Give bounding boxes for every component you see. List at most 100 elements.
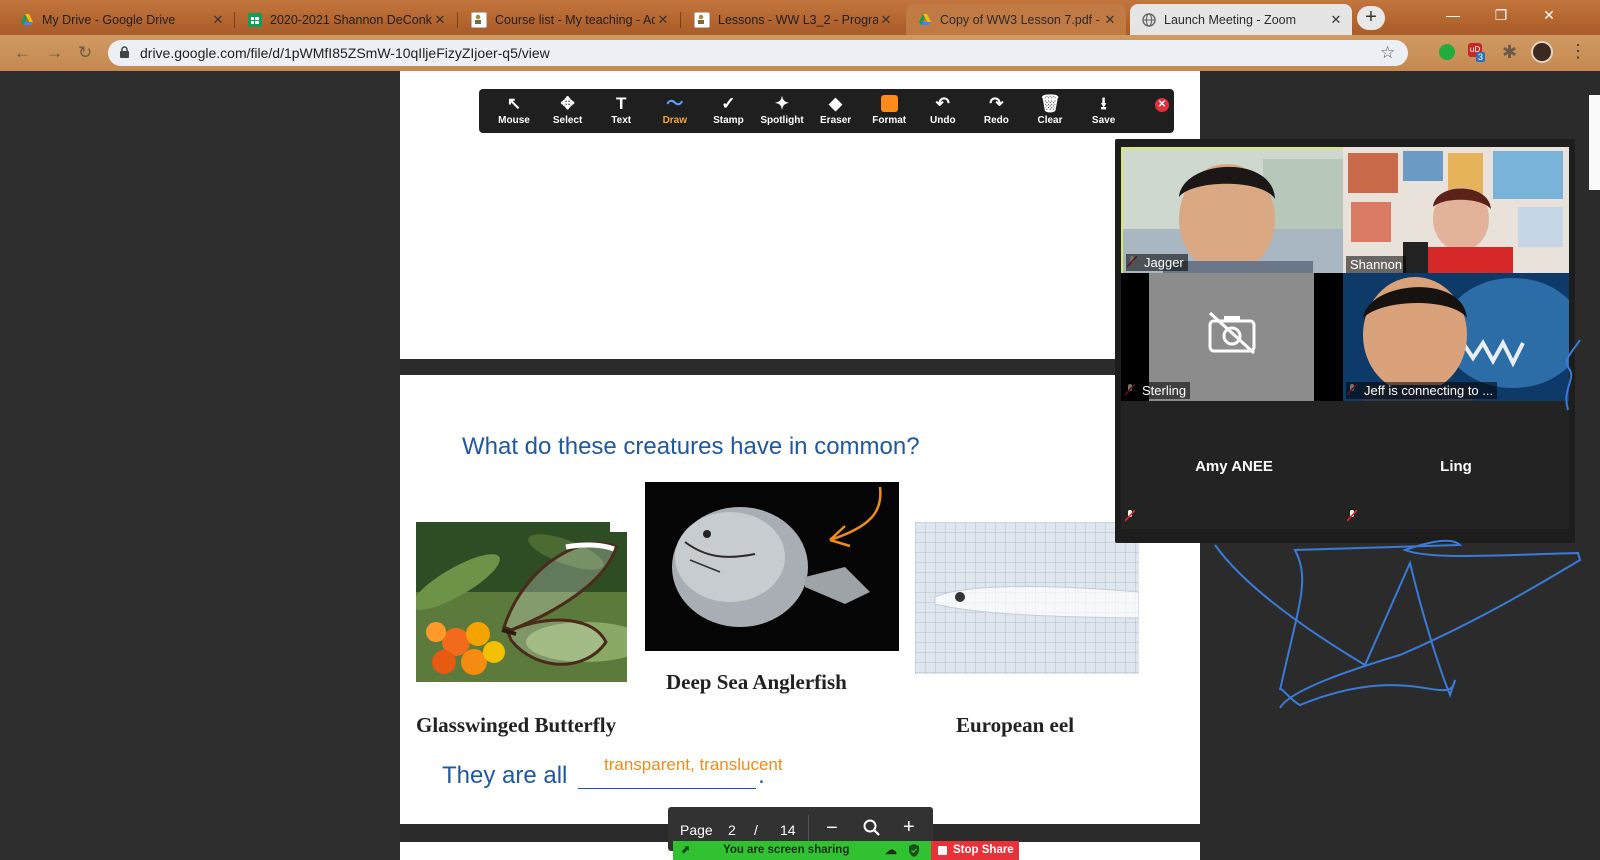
tab-title: Lessons - WW L3_2 - Program — [718, 12, 878, 27]
tab-pdf-lesson[interactable]: Copy of WW3 Lesson 7.pdf - G ✕ — [906, 4, 1126, 35]
tool-text[interactable]: T Text — [593, 93, 649, 126]
nav-divider — [808, 815, 809, 843]
draw-pen-icon: 〜 — [666, 94, 684, 113]
close-tab-icon[interactable]: ✕ — [1328, 12, 1344, 28]
spotlight-wand-icon: ✦ — [774, 94, 790, 113]
participant-tile-shannon[interactable]: Shannon — [1343, 147, 1569, 275]
tool-stamp[interactable]: ✓ Stamp — [700, 93, 756, 126]
close-tab-icon[interactable]: ✕ — [878, 12, 894, 28]
participant-name: Shannon — [1346, 256, 1407, 273]
tool-clear[interactable]: 🗑 Clear — [1022, 93, 1078, 126]
select-move-icon: ✥ — [560, 94, 575, 113]
lock-icon — [119, 46, 130, 64]
back-arrow-icon[interactable]: ← — [14, 43, 31, 63]
page-current[interactable]: 2 — [728, 822, 736, 838]
annotated-answer: transparent, translucent — [604, 755, 783, 774]
blank-underline — [578, 788, 756, 789]
share-arrow-icon: ⬈ — [681, 844, 691, 856]
url-text: drive.google.com/file/d/1pWMfI85ZSmW-10q… — [140, 45, 550, 61]
google-drive-icon — [20, 13, 34, 27]
annotation-toolbar: ↖ Mouse ✥ Select T Text 〜 Draw ✓ Stamp ✦ Spotlight ◆… — [479, 89, 1174, 133]
tab-zoom-launch[interactable]: Launch Meeting - Zoom ✕ — [1130, 4, 1352, 35]
new-tab-button[interactable]: + — [1357, 6, 1385, 30]
tab-title: Copy of WW3 Lesson 7.pdf - G — [940, 12, 1102, 27]
tool-label: Spotlight — [760, 115, 804, 126]
chat-extension-icon[interactable] — [1439, 44, 1455, 60]
reload-icon[interactable]: ↻ — [78, 43, 92, 63]
globe-icon — [1142, 12, 1156, 27]
tool-label: Mouse — [498, 115, 530, 126]
profile-avatar[interactable] — [1531, 41, 1553, 63]
tool-label: Select — [552, 115, 583, 126]
save-download-icon: ⭳ — [1100, 94, 1107, 113]
sentence-prefix: They are all — [442, 762, 568, 789]
format-color-icon — [861, 93, 917, 115]
cloud-icon: ☁ — [885, 843, 897, 857]
screen-sharing-status: You are screen sharing — [723, 844, 850, 856]
tab-title: Launch Meeting - Zoom — [1164, 12, 1297, 27]
undo-icon: ↶ — [935, 94, 950, 113]
tool-label: Eraser — [820, 115, 852, 126]
teaching-site-icon — [471, 11, 487, 28]
minimize-window-icon[interactable]: — — [1430, 0, 1476, 30]
close-window-icon[interactable]: ✕ — [1526, 0, 1572, 30]
eraser-icon: ◆ — [829, 94, 843, 113]
tool-mouse[interactable]: ↖ Mouse — [486, 93, 542, 126]
glasswing-butterfly-image — [416, 522, 627, 682]
tool-spotlight[interactable]: ✦ Spotlight — [754, 93, 810, 126]
google-sheets-icon — [248, 12, 262, 27]
close-tab-icon[interactable]: ✕ — [432, 12, 448, 28]
tab-sheets[interactable]: 2020-2021 Shannon DeConkey ✕ — [236, 4, 456, 35]
encryption-shield-icon — [908, 844, 920, 860]
trash-clear-icon: 🗑 — [1039, 94, 1061, 113]
bookmark-star-icon[interactable]: ☆ — [1380, 43, 1395, 63]
stop-share-label: Stop Share — [953, 844, 1014, 856]
participant-name: Jagger — [1126, 254, 1188, 271]
tab-title: Course list - My teaching - Aca — [495, 12, 655, 27]
browser-tab-strip: My Drive - Google Drive ✕ 2020-2021 Shan… — [0, 0, 1600, 35]
redo-icon: ↷ — [989, 94, 1004, 113]
tab-title: 2020-2021 Shannon DeConkey — [270, 12, 432, 27]
restore-window-icon[interactable]: ❐ — [1478, 0, 1524, 30]
zoom-in-button[interactable]: + — [903, 816, 915, 839]
slide-question: What do these creatures have in common? — [462, 433, 920, 460]
chrome-menu-icon[interactable]: ⋮ — [1569, 41, 1587, 62]
stop-share-button[interactable]: Stop Share — [931, 841, 1019, 860]
close-tab-icon[interactable]: ✕ — [210, 12, 226, 28]
scrollbar-thumb[interactable] — [1589, 95, 1600, 190]
tool-label: Clear — [1037, 115, 1063, 126]
close-tab-icon[interactable]: ✕ — [1102, 12, 1118, 28]
tool-redo[interactable]: ↷ Redo — [968, 93, 1024, 126]
page-separator: / — [754, 822, 758, 838]
anglerfish-image — [645, 482, 899, 651]
tab-my-drive[interactable]: My Drive - Google Drive ✕ — [8, 4, 234, 35]
stamp-check-icon: ✓ — [721, 94, 736, 113]
tool-eraser[interactable]: ◆ Eraser — [808, 93, 864, 126]
tab-course-list[interactable]: Course list - My teaching - Aca ✕ — [459, 4, 679, 35]
page-label: Page — [680, 822, 713, 838]
tool-label: Redo — [983, 115, 1009, 126]
zoom-out-button[interactable]: − — [826, 817, 838, 840]
tool-label: Save — [1091, 115, 1116, 126]
close-tab-icon[interactable]: ✕ — [655, 12, 671, 28]
tool-label: Stamp — [713, 115, 744, 126]
address-bar[interactable]: drive.google.com/file/d/1pWMfI85ZSmW-10q… — [108, 40, 1408, 66]
tool-undo[interactable]: ↶ Undo — [915, 93, 971, 126]
stop-square-icon — [938, 846, 947, 855]
freehand-star-annotation — [1214, 339, 1582, 709]
tool-select[interactable]: ✥ Select — [540, 93, 596, 126]
forward-arrow-icon[interactable]: → — [46, 43, 63, 63]
eel-caption: European eel — [956, 713, 1075, 737]
participant-tile-jagger[interactable]: Jagger — [1121, 147, 1347, 275]
tool-draw[interactable]: 〜 Draw — [647, 93, 703, 126]
tool-save[interactable]: ⭳ Save — [1076, 93, 1132, 126]
close-annotation-icon[interactable]: ✕ — [1155, 98, 1169, 112]
anglerfish-caption: Deep Sea Anglerfish — [666, 670, 847, 694]
tool-format[interactable]: Format — [861, 93, 917, 126]
tool-label: Draw — [662, 115, 688, 126]
zoom-magnifier-icon[interactable] — [863, 819, 881, 840]
tab-lessons[interactable]: Lessons - WW L3_2 - Program ✕ — [682, 4, 902, 35]
text-tool-icon: T — [615, 94, 627, 113]
extensions-puzzle-icon[interactable]: ✱ — [1502, 42, 1517, 63]
participant-name: Sterling — [1124, 382, 1191, 399]
